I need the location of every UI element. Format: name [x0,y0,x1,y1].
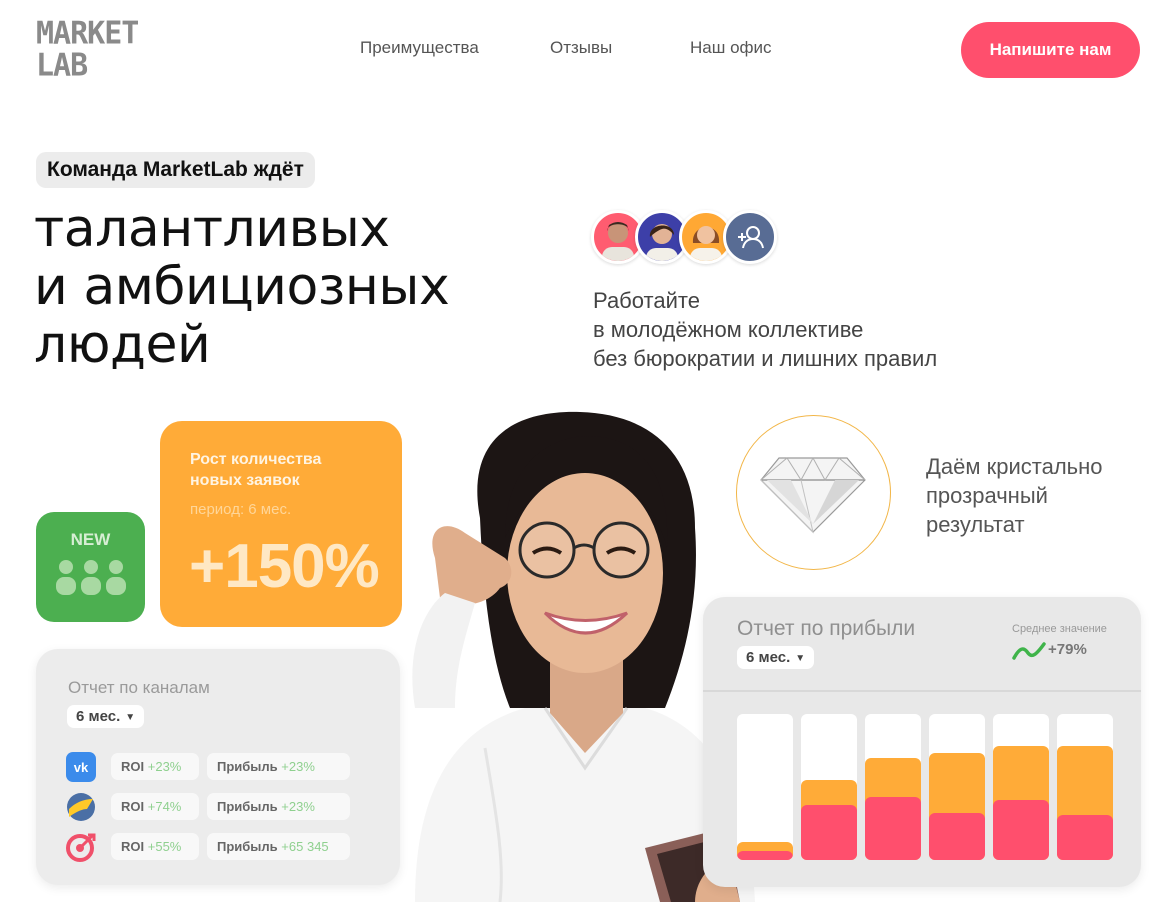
profit-bar-red-segment [1057,815,1113,860]
channel-row: ROI +55% Прибыль +65 345 [66,833,386,862]
roi-chip: ROI +55% [111,833,199,860]
growth-title-line: Рост количества [190,451,322,468]
roi-value: +23% [147,759,182,774]
yandex-icon [67,793,95,821]
profit-value: +23% [281,759,315,774]
vk-icon: vk [66,752,96,782]
profit-bar-red-segment [737,851,793,860]
subtitle-line: в молодёжном коллективе [593,317,864,342]
profit-bar-red-segment [865,797,921,860]
profit-chip: Прибыль +23% [207,753,350,780]
profit-bar [1057,714,1113,860]
profit-value: +23% [281,799,315,814]
growth-title-line: новых заявок [190,472,300,489]
roi-label: ROI [121,839,145,854]
growth-card: Рост количества новых заявок период: 6 м… [160,421,402,627]
new-card: NEW [36,512,145,622]
profit-bar [801,714,857,860]
new-label: NEW [70,530,111,549]
channel-row: ROI +74% Прибыль +23% [66,793,386,821]
channel-row: vk ROI +23% Прибыль +23% [66,752,386,782]
profit-report-card: Отчет по прибыли 6 мес. ▼ Среднее значени… [703,597,1141,887]
hero-tag: Команда MarketLab ждёт [36,152,315,188]
roi-value: +55% [147,839,182,854]
channels-report-title: Отчет по каналам [68,678,210,697]
roi-value: +74% [147,799,182,814]
profit-period-value: 6 мес. [746,649,791,666]
add-member-icon[interactable] [723,210,777,264]
headline-line: людей [34,315,211,375]
nav-reviews[interactable]: Отзывы [550,38,612,58]
subtitle-line: без бюрократии и лишних правил [593,346,938,371]
profit-bar [929,714,985,860]
logo-line-1: MARKET [36,15,139,52]
chevron-down-icon: ▼ [795,652,806,664]
profit-bar [865,714,921,860]
profit-bar-red-segment [801,805,857,860]
growth-period: период: 6 мес. [190,501,292,518]
roi-label: ROI [121,799,145,814]
diamond-caption: Даём кристально прозрачный результат [926,452,1103,539]
profit-chip: Прибыль +23% [207,793,350,820]
profit-bar [993,714,1049,860]
contact-us-button[interactable]: Напишите нам [961,22,1140,78]
channels-report-card: Отчет по каналам 6 мес. ▼ vk ROI +23% При… [36,649,400,885]
profit-bar-red-segment [993,800,1049,860]
growth-title: Рост количества новых заявок [190,449,321,491]
average-label: Среднее значение [1012,623,1107,635]
diamond-caption-line: прозрачный [926,483,1048,508]
headline-line: талантливых [34,199,390,259]
profit-bar [737,714,793,860]
profit-label: Прибыль [217,839,278,854]
nav-office[interactable]: Наш офис [690,38,772,58]
chevron-down-icon: ▼ [125,711,136,723]
hero-subtitle: Работайте в молодёжном коллективе без бю… [593,286,937,373]
profit-bar-red-segment [929,813,985,860]
profit-label: Прибыль [217,759,278,774]
headline-line: и амбициозных [34,257,450,317]
subtitle-line: Работайте [593,288,700,313]
trend-up-icon [1012,642,1046,660]
diamond-caption-line: результат [926,512,1025,537]
average-value: +79% [1048,641,1087,658]
roi-label: ROI [121,759,145,774]
target-icon [66,833,96,862]
channels-period-value: 6 мес. [76,708,121,725]
marketlab-logo[interactable]: MARKET LAB [36,15,148,84]
channels-period-select[interactable]: 6 мес. ▼ [67,705,145,728]
diamond-caption-line: Даём кристально [926,454,1103,479]
logo-line-2: LAB [36,47,88,84]
hero-headline: талантливых и амбициозных людей [34,199,450,375]
profit-chip: Прибыль +65 345 [207,833,350,860]
profit-value: +65 345 [281,839,329,854]
profit-report-title: Отчет по прибыли [737,617,916,640]
team-icon [56,560,126,595]
roi-chip: ROI +74% [111,793,199,820]
nav-advantages[interactable]: Преимущества [360,38,479,58]
svg-text:vk: vk [74,760,89,775]
growth-value: +150% [189,532,380,601]
divider [703,690,1141,692]
profit-period-select[interactable]: 6 мес. ▼ [737,646,815,669]
profit-label: Прибыль [217,799,278,814]
roi-chip: ROI +23% [111,753,199,780]
